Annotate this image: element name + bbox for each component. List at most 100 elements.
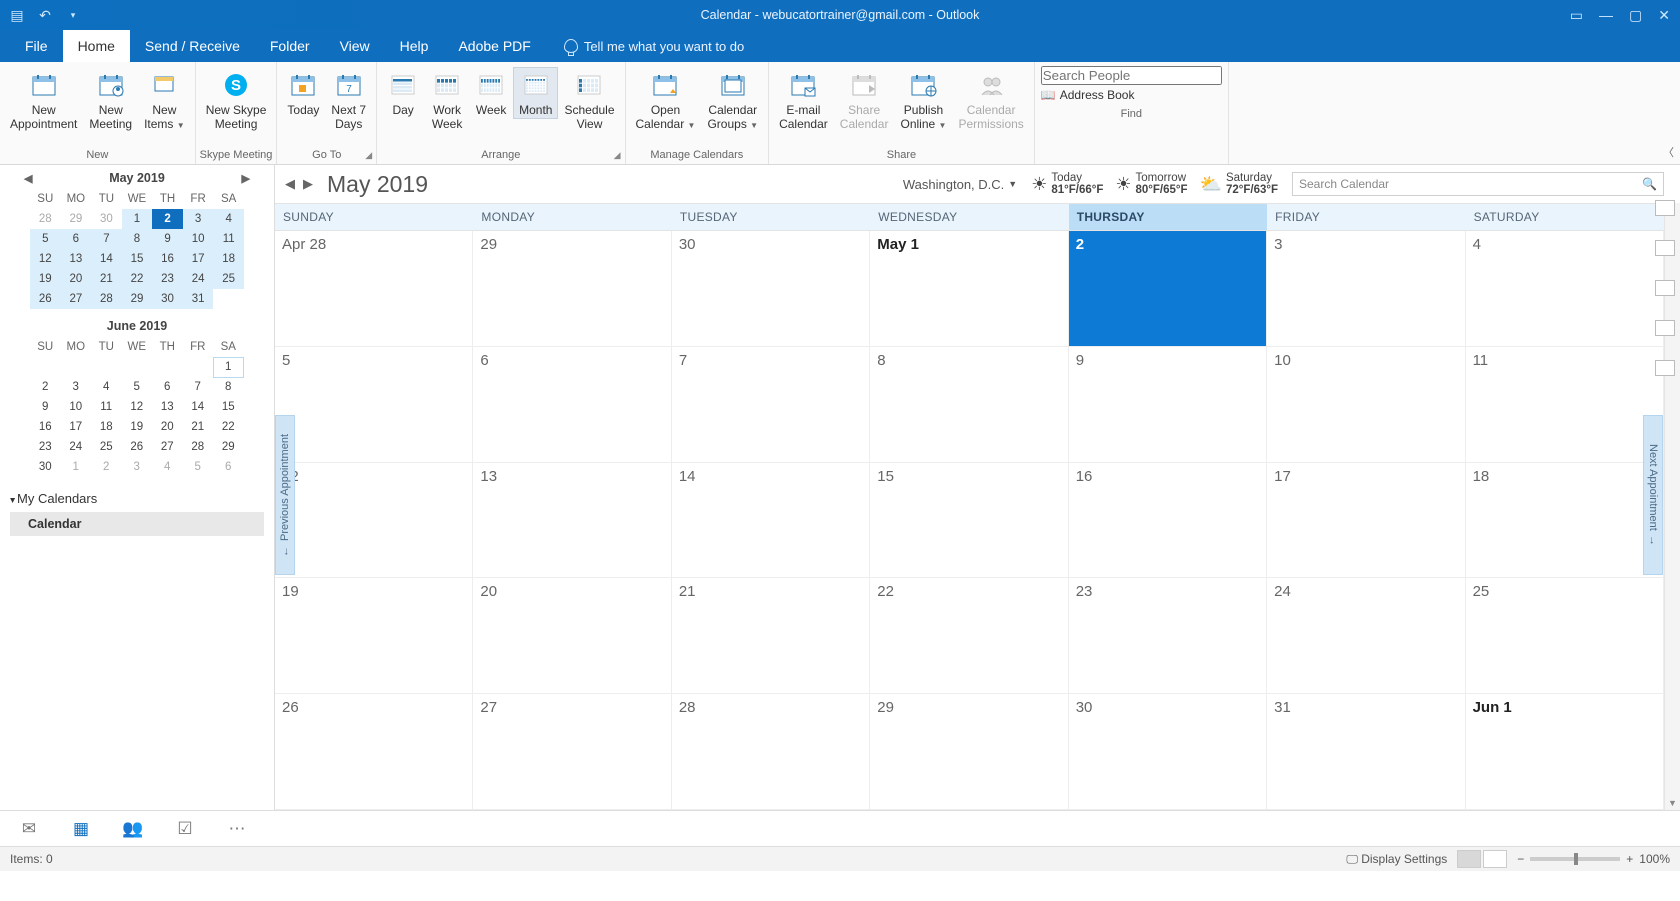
day--button[interactable]: Day <box>381 67 425 119</box>
day-cell[interactable]: 10 <box>1267 347 1465 463</box>
day-cell[interactable]: 29 <box>473 231 671 347</box>
day-cell[interactable]: 27 <box>473 694 671 810</box>
search-calendar-input[interactable]: Search Calendar 🔍 <box>1292 172 1664 196</box>
previous-appointment-tab[interactable]: ←Previous Appointment <box>275 415 295 575</box>
tab-adobe-pdf[interactable]: Adobe PDF <box>443 30 545 62</box>
day-cell[interactable]: 29 <box>870 694 1068 810</box>
calendar-groups-button[interactable]: CalendarGroups ▼ <box>701 67 764 135</box>
zoom-out-icon[interactable]: − <box>1517 852 1524 866</box>
tab-home[interactable]: Home <box>63 30 130 62</box>
my-calendars-header[interactable]: ▸My Calendars <box>10 491 264 506</box>
next-mini-icon[interactable]: ▶ <box>242 172 250 185</box>
address-book-button[interactable]: 📖Address Book <box>1041 88 1222 102</box>
weather-location[interactable]: Washington, D.C. ▼ <box>903 177 1017 192</box>
display-settings[interactable]: 🖵 Display Settings <box>1346 852 1447 867</box>
day-cell[interactable]: 6 <box>473 347 671 463</box>
day-cell[interactable]: 26 <box>275 694 473 810</box>
new-skype-meeting-button[interactable]: SNew SkypeMeeting <box>200 67 273 133</box>
next-appointment-tab[interactable]: Next Appointment→ <box>1643 415 1663 575</box>
week--button[interactable]: Week <box>469 67 513 119</box>
day-cell[interactable]: 21 <box>672 578 870 694</box>
forecast-day[interactable]: ⛅Saturday72°F/63°F <box>1200 172 1278 196</box>
search-icon[interactable]: 🔍 <box>1642 177 1657 191</box>
peek-cal-icon[interactable] <box>1655 200 1675 216</box>
tab-help[interactable]: Help <box>385 30 444 62</box>
dialog-launcher-icon[interactable]: ◢ <box>614 150 621 161</box>
day-cell[interactable]: 30 <box>672 231 870 347</box>
people-nav-icon[interactable]: 👥 <box>122 820 144 838</box>
day-cell[interactable]: 25 <box>1466 578 1664 694</box>
qat-undo-icon[interactable]: ↶ <box>36 6 54 24</box>
tab-file[interactable]: File <box>10 30 63 62</box>
view-reading-button[interactable] <box>1483 850 1507 868</box>
peek-view-icon[interactable] <box>1655 320 1675 336</box>
publish-online-button[interactable]: PublishOnline ▼ <box>894 67 952 135</box>
search-people-input[interactable] <box>1041 66 1222 85</box>
ribbon-options-icon[interactable]: ▭ <box>1570 7 1583 24</box>
day-cell[interactable]: 16 <box>1069 463 1267 579</box>
new-appointment-button[interactable]: NewAppointment <box>4 67 83 133</box>
minimize-icon[interactable]: — <box>1599 7 1613 24</box>
new-meeting-button[interactable]: NewMeeting <box>83 67 138 133</box>
day-cell[interactable]: 4 <box>1466 231 1664 347</box>
e-mail-calendar-button[interactable]: E-mailCalendar <box>773 67 834 133</box>
day-cell[interactable]: 30 <box>1069 694 1267 810</box>
mini-calendar[interactable]: SUMOTUWETHFRSA28293012345678910111213141… <box>30 189 244 309</box>
month-grid[interactable]: Apr 282930May 12345678910111213141516171… <box>275 231 1664 810</box>
day-cell[interactable]: May 1 <box>870 231 1068 347</box>
schedule-view-button[interactable]: ScheduleView <box>558 67 620 133</box>
month--button[interactable]: Month <box>513 67 558 119</box>
forecast-day[interactable]: ☀Tomorrow80°F/65°F <box>1115 172 1187 196</box>
dialog-launcher-icon[interactable]: ◢ <box>365 150 372 161</box>
next-month-icon[interactable]: ▶ <box>303 176 313 192</box>
day-cell[interactable]: 14 <box>672 463 870 579</box>
day-cell[interactable]: 15 <box>870 463 1068 579</box>
tab-folder[interactable]: Folder <box>255 30 325 62</box>
day-cell[interactable]: 31 <box>1267 694 1465 810</box>
day-cell[interactable]: Apr 28 <box>275 231 473 347</box>
forecast-day[interactable]: ☀Today81°F/66°F <box>1031 172 1103 196</box>
peek-tasks-icon[interactable] <box>1655 280 1675 296</box>
qat-save-icon[interactable]: ▤ <box>8 6 26 24</box>
day-cell[interactable]: 24 <box>1267 578 1465 694</box>
prev-month-icon[interactable]: ◀ <box>285 176 295 192</box>
peek-people-icon[interactable] <box>1655 240 1675 256</box>
mail-nav-icon[interactable]: ✉ <box>18 820 40 838</box>
tab-send-receive[interactable]: Send / Receive <box>130 30 255 62</box>
maximize-icon[interactable]: ▢ <box>1629 7 1642 24</box>
calendar-item[interactable]: Calendar <box>10 512 264 536</box>
day-cell[interactable]: 20 <box>473 578 671 694</box>
day-cell[interactable]: 13 <box>473 463 671 579</box>
prev-mini-icon[interactable]: ◀ <box>24 172 32 185</box>
day-cell[interactable]: 12 <box>275 463 473 579</box>
day-cell[interactable]: 8 <box>870 347 1068 463</box>
day-cell[interactable]: 2 <box>1069 231 1267 347</box>
new-items-button[interactable]: NewItems ▼ <box>138 67 191 135</box>
calendar-nav-icon[interactable]: ▦ <box>70 820 92 838</box>
day-cell[interactable]: 11 <box>1466 347 1664 463</box>
more-nav-icon[interactable]: ⋯ <box>226 820 248 838</box>
day-cell[interactable]: 23 <box>1069 578 1267 694</box>
qat-customize-icon[interactable]: ▾ <box>64 6 82 24</box>
day-cell[interactable]: 3 <box>1267 231 1465 347</box>
tab-view[interactable]: View <box>325 30 385 62</box>
today--button[interactable]: Today <box>281 67 325 119</box>
day-cell[interactable]: 18 <box>1466 463 1664 579</box>
day-cell[interactable]: 7 <box>672 347 870 463</box>
work-week-button[interactable]: WorkWeek <box>425 67 469 133</box>
day-cell[interactable]: Jun 1 <box>1466 694 1664 810</box>
zoom-in-icon[interactable]: + <box>1626 852 1633 866</box>
day-cell[interactable]: 5 <box>275 347 473 463</box>
day-cell[interactable]: 19 <box>275 578 473 694</box>
view-normal-button[interactable] <box>1457 850 1481 868</box>
tell-me-input[interactable]: Tell me what you want to do <box>546 30 744 62</box>
day-cell[interactable]: 9 <box>1069 347 1267 463</box>
next-days-button[interactable]: 7Next 7Days <box>325 67 372 133</box>
close-icon[interactable]: ✕ <box>1658 7 1670 24</box>
mini-calendar[interactable]: SUMOTUWETHFRSA12345678910111213141516171… <box>30 337 244 477</box>
day-cell[interactable]: 17 <box>1267 463 1465 579</box>
day-cell[interactable]: 22 <box>870 578 1068 694</box>
tasks-nav-icon[interactable]: ☑ <box>174 820 196 838</box>
day-cell[interactable]: 28 <box>672 694 870 810</box>
collapse-ribbon-icon[interactable]: 〈 <box>1663 144 1674 160</box>
